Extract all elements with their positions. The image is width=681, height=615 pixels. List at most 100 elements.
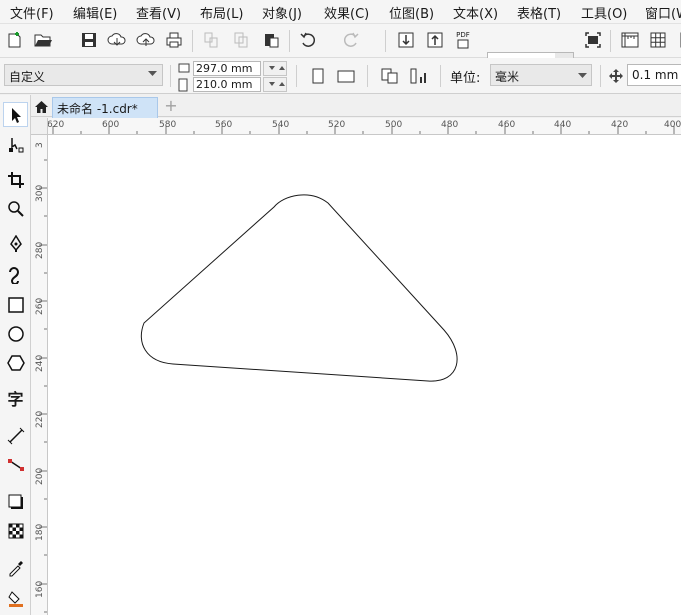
- connector-line-icon: [7, 458, 24, 471]
- open-folder-icon[interactable]: [32, 29, 54, 51]
- home-icon: [34, 101, 48, 113]
- pick-tool[interactable]: [3, 102, 28, 127]
- show-rulers-icon[interactable]: [619, 29, 641, 51]
- cursor-arrow-icon: [11, 107, 21, 123]
- dimension-line-icon: [7, 427, 24, 444]
- ruler-label: 420: [611, 120, 629, 130]
- show-grid-icon[interactable]: [647, 29, 669, 51]
- publish-pdf-icon[interactable]: PDF: [452, 29, 474, 51]
- menu-layout[interactable]: 布局(L): [200, 3, 243, 22]
- ellipse-tool[interactable]: [3, 321, 28, 346]
- ruler-label: 280: [35, 241, 45, 259]
- ruler-label: 500: [385, 120, 403, 130]
- print-icon[interactable]: [163, 29, 185, 51]
- checkerboard-icon: [8, 523, 23, 538]
- menu-object[interactable]: 对象(J): [262, 3, 302, 22]
- cut-icon[interactable]: [200, 29, 222, 51]
- new-tab-button[interactable]: +: [160, 97, 182, 117]
- toolbox: 字: [0, 95, 31, 615]
- shape-tool[interactable]: [3, 132, 28, 157]
- vertical-ruler[interactable]: 3 300 280 260 240 220 200 180 160: [31, 118, 48, 615]
- standard-toolbar: PDF 75%: [0, 24, 681, 74]
- ruler-origin-corner[interactable]: [31, 118, 48, 135]
- menu-bitmaps[interactable]: 位图(B): [389, 3, 434, 22]
- eyedropper-icon: [9, 560, 23, 576]
- horizontal-ruler-ticks: [52, 126, 675, 134]
- ruler-label: 260: [35, 297, 45, 315]
- crop-icon: [7, 171, 24, 188]
- ruler-label: 540: [272, 120, 290, 130]
- document-tab[interactable]: 未命名 -1.cdr*: [52, 97, 158, 118]
- import-icon[interactable]: [395, 29, 417, 51]
- interactive-fill-tool[interactable]: [3, 585, 28, 610]
- units-select[interactable]: 毫米: [490, 64, 592, 86]
- text-tool-glyph: 字: [7, 389, 24, 409]
- freehand-tool[interactable]: [3, 231, 28, 256]
- color-eyedropper-tool[interactable]: [3, 555, 28, 580]
- page-height-spinner[interactable]: [263, 77, 287, 92]
- copy-icon[interactable]: [230, 29, 252, 51]
- menu-view[interactable]: 查看(V): [136, 3, 181, 22]
- current-page-icon[interactable]: [408, 65, 430, 87]
- chevron-down-icon: [148, 71, 157, 76]
- horizontal-ruler[interactable]: 620 600 580 560 540 520 500 480 460 440 …: [47, 118, 681, 135]
- dimension-tool[interactable]: [3, 423, 28, 448]
- ruler-label: 3: [35, 142, 45, 148]
- ruler-label: 180: [35, 523, 45, 541]
- page-size-preset-select[interactable]: 自定义: [4, 64, 163, 86]
- export-icon[interactable]: [424, 29, 446, 51]
- menu-table[interactable]: 表格(T): [517, 3, 561, 22]
- full-screen-icon[interactable]: [582, 29, 604, 51]
- nudge-distance-field[interactable]: 0.1 mm: [627, 64, 681, 86]
- ruler-label: 220: [35, 410, 45, 428]
- polygon-tool[interactable]: [3, 350, 28, 375]
- page-width-spinner[interactable]: [263, 61, 287, 76]
- landscape-orientation-icon[interactable]: [335, 65, 357, 87]
- page-width-icon: [178, 63, 190, 73]
- menu-tools[interactable]: 工具(O): [581, 3, 627, 22]
- text-tool[interactable]: 字: [3, 385, 28, 410]
- magnifier-icon: [7, 200, 24, 217]
- drop-shadow-tool[interactable]: [3, 489, 28, 514]
- drawing-canvas[interactable]: [48, 135, 681, 615]
- page-height-field[interactable]: 210.0 mm: [193, 77, 261, 92]
- artistic-media-tool[interactable]: [3, 262, 28, 287]
- welcome-home-tab[interactable]: [32, 97, 50, 117]
- crop-tool[interactable]: [3, 167, 28, 192]
- menu-window[interactable]: 窗口(W): [645, 3, 681, 22]
- menu-bar: 文件(F) 编辑(E) 查看(V) 布局(L) 对象(J) 效果(C) 位图(B…: [0, 0, 681, 24]
- page-width-field[interactable]: 297.0 mm: [193, 61, 261, 76]
- paste-icon[interactable]: [260, 29, 282, 51]
- paint-bucket-icon: [7, 590, 23, 607]
- menu-file[interactable]: 文件(F): [10, 3, 54, 22]
- more-options-icon[interactable]: [672, 29, 681, 51]
- all-pages-icon[interactable]: [379, 65, 401, 87]
- hexagon-icon: [6, 354, 25, 371]
- ruler-label: 620: [47, 120, 65, 130]
- ruler-label: 520: [328, 120, 346, 130]
- ruler-label: 440: [554, 120, 572, 130]
- save-icon[interactable]: [78, 29, 100, 51]
- undo-icon[interactable]: [297, 29, 319, 51]
- cloud-upload-icon[interactable]: [135, 29, 157, 51]
- nudge-distance-icon: [605, 65, 627, 87]
- menu-effects[interactable]: 效果(C): [324, 3, 369, 22]
- rounded-triangle-shape[interactable]: [140, 194, 458, 382]
- menu-text[interactable]: 文本(X): [453, 3, 498, 22]
- toolbar-separator: [600, 65, 601, 87]
- ruler-label: 480: [441, 120, 459, 130]
- menu-edit[interactable]: 编辑(E): [73, 3, 117, 22]
- toolbar-separator: [440, 65, 441, 87]
- new-document-icon[interactable]: [4, 29, 26, 51]
- pen-nib-icon: [9, 234, 22, 252]
- chevron-down-icon: [578, 73, 587, 78]
- ruler-label: 240: [35, 354, 45, 372]
- connector-tool[interactable]: [3, 452, 28, 477]
- cloud-download-icon[interactable]: [106, 29, 128, 51]
- redo-icon[interactable]: [340, 29, 362, 51]
- rectangle-tool[interactable]: [3, 292, 28, 317]
- portrait-orientation-icon[interactable]: [307, 65, 329, 87]
- transparency-tool[interactable]: [3, 518, 28, 543]
- zoom-tool[interactable]: [3, 196, 28, 221]
- pdf-label: PDF: [456, 31, 470, 39]
